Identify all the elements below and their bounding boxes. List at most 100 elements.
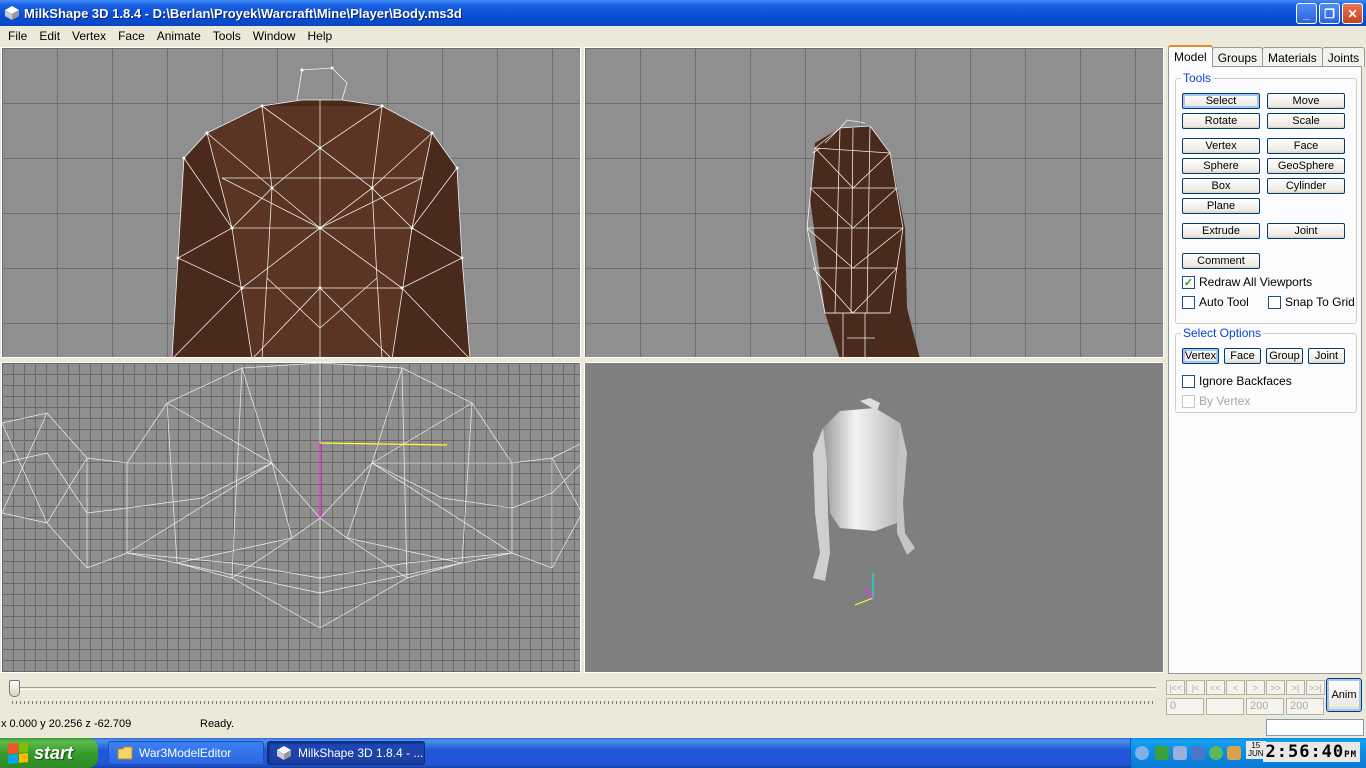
restore-button[interactable]: ❐: [1319, 3, 1340, 24]
menu-file[interactable]: File: [2, 29, 33, 43]
select-face-button[interactable]: Face: [1224, 348, 1261, 364]
clock[interactable]: 2:56:40PM: [1262, 742, 1360, 762]
frame-slider-thumb[interactable]: [9, 680, 20, 697]
panel-tabs: Model Groups Materials Joints: [1168, 45, 1366, 67]
snap-to-grid-label: Snap To Grid: [1285, 295, 1355, 309]
monitor-icon[interactable]: [1173, 746, 1187, 760]
update-icon[interactable]: [1209, 746, 1223, 760]
start-label: start: [34, 742, 74, 763]
side-viewport[interactable]: [584, 47, 1164, 358]
by-vertex-checkbox: By Vertex: [1182, 394, 1250, 408]
extrude-tool-button[interactable]: Extrude: [1182, 223, 1260, 239]
last-frame-button[interactable]: >>|: [1306, 680, 1325, 695]
auto-tool-checkbox[interactable]: Auto Tool: [1182, 295, 1249, 309]
windows-logo-icon: [8, 741, 28, 765]
tab-model[interactable]: Model: [1168, 45, 1213, 67]
status-bar: x 0.000 y 20.256 z -62.709 Ready.: [0, 718, 1366, 738]
model-tab-body: Tools Select Move Rotate Scale Vertex Fa…: [1168, 66, 1362, 674]
animation-nav-buttons: |<< |< << < > >> >| >>|: [1166, 680, 1325, 695]
ignore-backfaces-checkbox[interactable]: Ignore Backfaces: [1182, 374, 1292, 388]
status-text: Ready.: [200, 718, 235, 730]
cursor-coordinates: x 0.000 y 20.256 z -62.709: [1, 718, 132, 730]
select-tool-button[interactable]: Select: [1182, 93, 1260, 109]
tab-groups[interactable]: Groups: [1211, 47, 1264, 67]
menu-help[interactable]: Help: [301, 29, 338, 43]
3d-body-model: [813, 398, 915, 606]
minimize-button[interactable]: _: [1296, 3, 1317, 24]
menu-edit[interactable]: Edit: [33, 29, 66, 43]
tab-joints[interactable]: Joints: [1321, 47, 1366, 67]
comment-button[interactable]: Comment: [1182, 253, 1260, 269]
current-frame-field[interactable]: 0: [1166, 698, 1204, 715]
model-panel: Model Groups Materials Joints Tools Sele…: [1166, 45, 1366, 675]
select-vertex-button[interactable]: Vertex: [1182, 348, 1219, 364]
select-joint-button[interactable]: Joint: [1308, 348, 1345, 364]
pen-icon[interactable]: [1227, 746, 1241, 760]
sphere-tool-button[interactable]: Sphere: [1182, 158, 1260, 174]
title-bar: MilkShape 3D 1.8.4 - D:\Berlan\Proyek\Wa…: [0, 0, 1366, 26]
frame-slider-track[interactable]: [12, 687, 1156, 690]
redraw-all-viewports-checkbox[interactable]: ✓ Redraw All Viewports: [1182, 275, 1312, 289]
start-button[interactable]: start: [0, 738, 98, 768]
move-tool-button[interactable]: Move: [1267, 93, 1345, 109]
total-frames-field[interactable]: 200: [1286, 698, 1324, 715]
first-frame-button[interactable]: |<<: [1166, 680, 1185, 695]
front-viewport[interactable]: [1, 47, 581, 358]
top-viewport[interactable]: [1, 362, 581, 673]
scale-tool-button[interactable]: Scale: [1267, 113, 1345, 129]
next-frame-button[interactable]: >: [1246, 680, 1265, 695]
menu-tools[interactable]: Tools: [207, 29, 247, 43]
fast-forward-button[interactable]: >>: [1266, 680, 1285, 695]
status-field: [1266, 719, 1364, 736]
front-body-mesh: [171, 66, 471, 357]
snap-to-grid-checkbox[interactable]: Snap To Grid: [1268, 295, 1355, 309]
next-key-button[interactable]: >|: [1286, 680, 1305, 695]
by-vertex-label: By Vertex: [1199, 394, 1251, 408]
rewind-button[interactable]: <<: [1206, 680, 1225, 695]
menu-bar: File Edit Vertex Face Animate Tools Wind…: [0, 26, 1366, 45]
menu-face[interactable]: Face: [112, 29, 151, 43]
network-icon[interactable]: [1155, 746, 1169, 760]
animation-timeline: |<< |< << < > >> >| >>| 0 200 200 Anim: [0, 676, 1366, 718]
back-arrow-icon[interactable]: [1135, 746, 1149, 760]
top-body-mesh: [2, 363, 580, 629]
frame-field-blank[interactable]: [1206, 698, 1244, 715]
milkshape-app-icon: [5, 6, 19, 20]
select-options-label: Select Options: [1181, 326, 1264, 340]
frame-count-field[interactable]: 200: [1246, 698, 1284, 715]
ignore-backfaces-label: Ignore Backfaces: [1199, 374, 1292, 388]
select-group-button[interactable]: Group: [1266, 348, 1303, 364]
face-tool-button[interactable]: Face: [1267, 138, 1345, 154]
auto-tool-label: Auto Tool: [1199, 295, 1249, 309]
tools-group: Tools Select Move Rotate Scale Vertex Fa…: [1175, 71, 1357, 324]
side-body-mesh: [806, 119, 920, 357]
select-options-group: Select Options Vertex Face Group Joint I…: [1175, 326, 1357, 413]
milkshape-app-icon: [277, 746, 291, 760]
geosphere-tool-button[interactable]: GeoSphere: [1267, 158, 1345, 174]
taskbar: start War3ModelEditor MilkShape 3D 1.8.4…: [0, 738, 1366, 768]
close-button[interactable]: ✕: [1342, 3, 1363, 24]
shield-icon[interactable]: [1191, 746, 1205, 760]
menu-window[interactable]: Window: [247, 29, 302, 43]
date-indicator: 15 JUN: [1246, 741, 1266, 759]
redraw-all-viewports-label: Redraw All Viewports: [1199, 275, 1313, 289]
taskbar-item-war3modeleditor[interactable]: War3ModelEditor: [108, 741, 264, 765]
frame-slider-ticks: [12, 701, 1156, 704]
box-tool-button[interactable]: Box: [1182, 178, 1260, 194]
tab-materials[interactable]: Materials: [1262, 47, 1323, 67]
vertex-tool-button[interactable]: Vertex: [1182, 138, 1260, 154]
cylinder-tool-button[interactable]: Cylinder: [1267, 178, 1345, 194]
joint-tool-button[interactable]: Joint: [1267, 223, 1345, 239]
anim-mode-button[interactable]: Anim: [1326, 678, 1362, 712]
checkmark-icon: ✓: [1182, 275, 1195, 289]
window-title: MilkShape 3D 1.8.4 - D:\Berlan\Proyek\Wa…: [24, 5, 462, 21]
task-label: MilkShape 3D 1.8.4 - ...: [298, 746, 424, 760]
menu-animate[interactable]: Animate: [151, 29, 207, 43]
prev-key-button[interactable]: |<: [1186, 680, 1205, 695]
prev-frame-button[interactable]: <: [1226, 680, 1245, 695]
rotate-tool-button[interactable]: Rotate: [1182, 113, 1260, 129]
taskbar-item-milkshape[interactable]: MilkShape 3D 1.8.4 - ...: [267, 741, 425, 765]
menu-vertex[interactable]: Vertex: [66, 29, 112, 43]
3d-viewport[interactable]: [584, 362, 1164, 673]
plane-tool-button[interactable]: Plane: [1182, 198, 1260, 214]
